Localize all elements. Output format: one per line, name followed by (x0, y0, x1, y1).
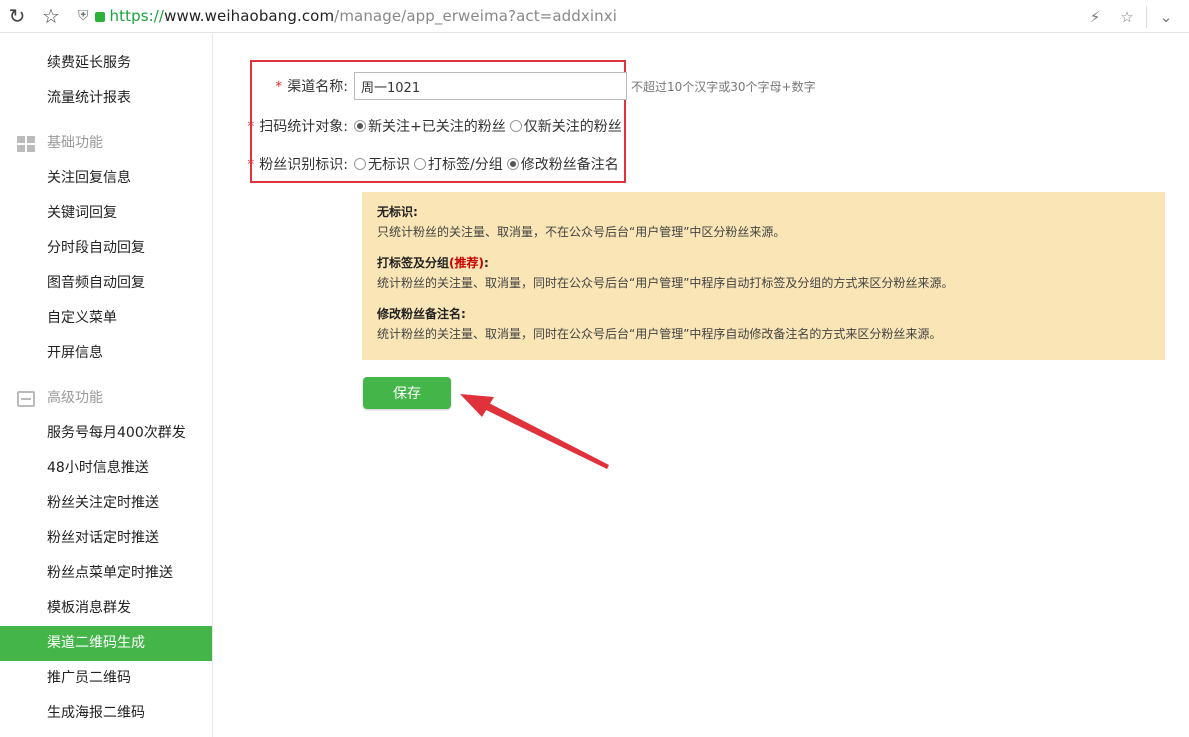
required-mark: * (247, 119, 255, 135)
note-title-remark: 修改粉丝备注名: (377, 307, 466, 321)
channel-name-input[interactable] (354, 72, 627, 100)
reload-icon[interactable]: ↻ (0, 0, 34, 33)
radio-label: 新关注+已关注的粉丝 (368, 119, 506, 135)
channel-name-row: *渠道名称: 不超过10个汉字或30个字母+数字 (214, 72, 816, 100)
required-mark: * (247, 157, 255, 173)
radio-empty-icon[interactable] (509, 120, 522, 132)
sidebar-item-splash-info[interactable]: 开屏信息 (0, 336, 212, 371)
sidebar-item-mass-send[interactable]: 服务号每月400次群发 (0, 416, 212, 451)
sidebar-group-basic: 基础功能 (0, 126, 212, 161)
bookmark-star-icon[interactable]: ☆ (34, 0, 68, 33)
note-text-remark: 统计粉丝的关注量、取消量，同时在公众号后台“用户管理”中程序自动修改备注名的方式… (377, 327, 942, 341)
sidebar-item-media-reply[interactable]: 图音频自动回复 (0, 266, 212, 301)
fan-tag-row: * 粉丝识别标识: 无标识 打标签/分组 修改粉丝备注名 (214, 150, 623, 178)
scan-target-option-all[interactable]: 新关注+已关注的粉丝 (354, 116, 506, 136)
radio-empty-icon[interactable] (414, 158, 426, 170)
sidebar-item-promoter-qrcode[interactable]: 推广员二维码 (0, 661, 212, 696)
scan-target-label: * 扫码统计对象: (214, 116, 354, 136)
fan-tag-label: * 粉丝识别标识: (214, 154, 354, 174)
url-host: www.weihaobang.com (164, 7, 335, 25)
sidebar-item-timed-reply[interactable]: 分时段自动回复 (0, 231, 212, 266)
note-title-text: 打标签及分组 (377, 256, 450, 270)
radio-label: 无标识 (368, 157, 410, 173)
sidebar-group-advanced: 高级功能 (0, 381, 212, 416)
note-text-tag-group: 统计粉丝的关注量、取消量，同时在公众号后台“用户管理”中程序自动打标签及分组的方… (377, 276, 954, 290)
toolbar-divider (1146, 5, 1147, 28)
sidebar-group-label: 基础功能 (47, 135, 103, 151)
toolbar-right-icons: ⚡︎ ☆ ⌄ (1082, 0, 1179, 33)
url-scheme: https:// (109, 7, 165, 25)
sidebar-item-channel-qrcode[interactable]: 渠道二维码生成 (0, 626, 212, 661)
sidebar-group-label: 高级功能 (47, 390, 103, 406)
annotation-arrow-icon (460, 394, 609, 469)
url-text[interactable]: https://www.weihaobang.com/manage/app_er… (110, 7, 618, 25)
radio-empty-icon[interactable] (354, 158, 366, 170)
note-title-none: 无标识: (377, 205, 418, 219)
shield-icon: ⛨ (78, 8, 89, 24)
url-path: /manage/app_erweima?act=addxinxi (334, 7, 618, 25)
note-title-tag-group: 打标签及分组(推荐): (377, 254, 1150, 273)
channel-name-label-text: 渠道名称: (287, 79, 348, 95)
channel-name-hint: 不超过10个汉字或30个字母+数字 (631, 79, 816, 94)
radio-selected-icon[interactable] (506, 158, 519, 170)
sidebar: 续费延长服务 流量统计报表 基础功能 关注回复信息 关键词回复 分时段自动回复 … (0, 34, 213, 737)
favorite-star-icon[interactable]: ☆ (1114, 8, 1140, 26)
sidebar-item-poster-qrcode[interactable]: 生成海报二维码 (0, 696, 212, 731)
tray-icon (17, 391, 35, 407)
channel-name-label: * 渠道名称: (214, 76, 354, 96)
sidebar-item-keyword-reply[interactable]: 关键词回复 (0, 196, 212, 231)
recommend-badge: (推荐) (449, 256, 484, 270)
explanation-panel: 无标识: 只统计粉丝的关注量、取消量，不在公众号后台“用户管理”中区分粉丝来源。… (362, 192, 1165, 360)
note-text-none: 只统计粉丝的关注量、取消量，不在公众号后台“用户管理”中区分粉丝来源。 (377, 225, 786, 239)
radio-label: 打标签/分组 (428, 157, 503, 173)
radio-label: 仅新关注的粉丝 (523, 119, 622, 135)
browser-toolbar: ↻ ☆ ⛨ https://www.weihaobang.com/manage/… (0, 0, 1189, 33)
sidebar-item-custom-menu[interactable]: 自定义菜单 (0, 301, 212, 336)
sidebar-item-chat-push[interactable]: 粉丝对话定时推送 (0, 521, 212, 556)
address-bar[interactable]: ⛨ https://www.weihaobang.com/manage/app_… (78, 0, 617, 33)
sidebar-item-traffic-report[interactable]: 流量统计报表 (0, 81, 212, 116)
sidebar-item-follow-push[interactable]: 粉丝关注定时推送 (0, 486, 212, 521)
fan-tag-label-text: 粉丝识别标识: (259, 157, 348, 173)
fan-tag-option-none[interactable]: 无标识 (354, 154, 410, 174)
grid-icon (17, 136, 35, 152)
scan-target-row: * 扫码统计对象: 新关注+已关注的粉丝 仅新关注的粉丝 (214, 112, 626, 140)
sidebar-item-renewal[interactable]: 续费延长服务 (0, 46, 212, 81)
note-title-colon: : (484, 256, 489, 270)
radio-label: 修改粉丝备注名 (520, 157, 619, 173)
radio-selected-icon[interactable] (354, 120, 366, 132)
required-mark: * (275, 79, 283, 95)
scan-target-option-new[interactable]: 仅新关注的粉丝 (509, 116, 622, 136)
sidebar-item-template-msg[interactable]: 模板消息群发 (0, 591, 212, 626)
scan-target-label-text: 扫码统计对象: (259, 119, 348, 135)
save-button[interactable]: 保存 (363, 377, 451, 409)
fan-tag-option-tag-group[interactable]: 打标签/分组 (414, 154, 503, 174)
lock-icon (94, 12, 105, 22)
fan-tag-option-remark[interactable]: 修改粉丝备注名 (506, 154, 619, 174)
main-content: *渠道名称: 不超过10个汉字或30个字母+数字 *扫码统计对象: 新关注+已关… (214, 34, 1189, 737)
lightning-icon[interactable]: ⚡︎ (1082, 8, 1108, 26)
sidebar-item-follow-reply[interactable]: 关注回复信息 (0, 161, 212, 196)
sidebar-item-menu-push[interactable]: 粉丝点菜单定时推送 (0, 556, 212, 591)
sidebar-item-48h-push[interactable]: 48小时信息推送 (0, 451, 212, 486)
chevron-down-icon[interactable]: ⌄ (1153, 8, 1179, 26)
